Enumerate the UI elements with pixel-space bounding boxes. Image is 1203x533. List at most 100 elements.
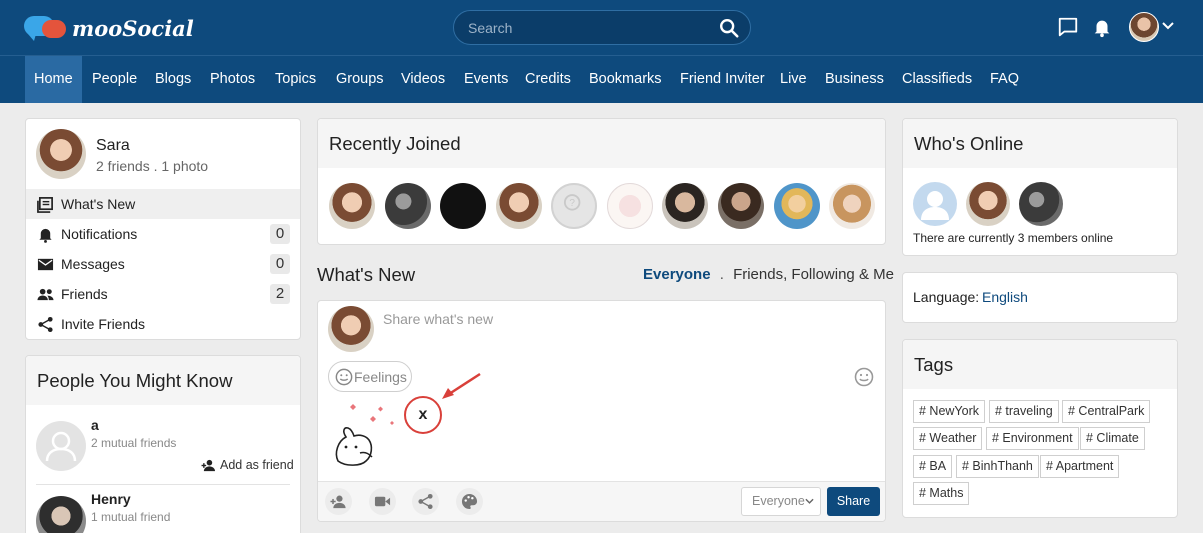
member-avatar[interactable] xyxy=(662,183,708,229)
user-avatar[interactable] xyxy=(1129,12,1159,42)
person-avatar[interactable] xyxy=(36,496,86,533)
nav-videos[interactable]: Videos xyxy=(392,56,454,103)
share-icon xyxy=(418,493,433,510)
nav-photos[interactable]: Photos xyxy=(201,56,264,103)
nav-people[interactable]: People xyxy=(83,56,146,103)
nav-credits[interactable]: Credits xyxy=(516,56,580,103)
language-label: Language: xyxy=(913,289,980,305)
member-avatar[interactable] xyxy=(829,183,875,229)
menu-label: Messages xyxy=(61,256,125,272)
emoji-icon[interactable] xyxy=(854,367,874,387)
video-button[interactable] xyxy=(369,488,396,515)
member-avatar[interactable] xyxy=(385,183,431,229)
tags-card: Tags # NewYork # traveling # CentralPark… xyxy=(902,339,1178,518)
filter-everyone[interactable]: Everyone xyxy=(643,266,711,283)
member-avatar[interactable] xyxy=(718,183,764,229)
tags-title: Tags xyxy=(903,340,1177,389)
feelings-button[interactable]: Feelings xyxy=(328,361,412,392)
menu-notifications[interactable]: Notifications 0 xyxy=(26,219,300,249)
menu-messages[interactable]: Messages 0 xyxy=(26,249,300,279)
nav-classifieds[interactable]: Classifieds xyxy=(893,56,981,103)
pymk-title: People You Might Know xyxy=(26,356,300,405)
member-avatar[interactable] xyxy=(774,183,820,229)
privacy-select[interactable]: Everyone xyxy=(741,487,821,516)
menu-invite-friends[interactable]: Invite Friends xyxy=(26,309,300,339)
nav-events[interactable]: Events xyxy=(455,56,517,103)
nav-faq[interactable]: FAQ xyxy=(981,56,1028,103)
whos-online-title: Who's Online xyxy=(903,119,1177,168)
chevron-down-icon[interactable] xyxy=(1162,21,1174,31)
profile-name[interactable]: Sara xyxy=(96,137,130,155)
search-icon[interactable] xyxy=(718,17,740,39)
pymk-card: People You Might Know a 2 mutual friends… xyxy=(25,355,301,533)
default-user-icon xyxy=(45,431,77,462)
background-color-button[interactable] xyxy=(456,488,483,515)
member-avatar[interactable] xyxy=(607,183,653,229)
language-link[interactable]: English xyxy=(982,289,1028,305)
nav-home[interactable]: Home xyxy=(25,56,82,103)
search-box xyxy=(453,10,751,45)
mutual-friends: 2 mutual friends xyxy=(91,436,177,450)
search-input[interactable] xyxy=(468,19,708,37)
people-icon xyxy=(37,288,54,301)
tag[interactable]: # CentralPark xyxy=(1062,400,1151,423)
language-card: Language: English xyxy=(902,272,1178,323)
member-avatar[interactable] xyxy=(496,183,542,229)
tag[interactable]: # Climate xyxy=(1080,427,1145,450)
recently-joined-card: Recently Joined ? xyxy=(317,118,886,245)
profile-stats: 2 friends . 1 photo xyxy=(96,158,209,174)
feed-filter: Everyone . Friends, Following & Me xyxy=(643,266,894,283)
remove-sticker-button[interactable]: x xyxy=(404,396,442,434)
nav-friend-inviter[interactable]: Friend Inviter xyxy=(671,56,774,103)
mail-icon xyxy=(37,258,54,271)
tag[interactable]: # Maths xyxy=(913,482,970,505)
filter-friends-following[interactable]: Friends, Following & Me xyxy=(733,266,894,283)
count-badge: 0 xyxy=(270,254,290,274)
tag[interactable]: # Weather xyxy=(913,427,983,450)
tag-friends-button[interactable] xyxy=(325,488,352,515)
online-member-avatar[interactable] xyxy=(1019,182,1063,226)
question-user-icon: ? xyxy=(563,194,581,211)
logo-text: mooSocial xyxy=(72,15,194,41)
person-avatar[interactable] xyxy=(36,421,86,471)
profile-avatar[interactable] xyxy=(36,129,86,179)
nav-live[interactable]: Live xyxy=(771,56,816,103)
mutual-friends: 1 mutual friend xyxy=(91,510,171,524)
tag[interactable]: # traveling xyxy=(989,400,1059,423)
divider xyxy=(36,484,290,485)
tag[interactable]: # Apartment xyxy=(1040,455,1120,478)
member-avatar[interactable] xyxy=(440,183,486,229)
tag[interactable]: # BinhThanh xyxy=(956,455,1039,478)
tag[interactable]: # Environment xyxy=(986,427,1079,450)
nav-business[interactable]: Business xyxy=(816,56,893,103)
bunny-sticker xyxy=(335,404,394,466)
online-member-avatar[interactable] xyxy=(966,182,1010,226)
site-logo[interactable]: mooSocial xyxy=(24,14,194,42)
bell-icon[interactable] xyxy=(1091,16,1113,38)
member-avatar[interactable] xyxy=(329,183,375,229)
recently-joined-title: Recently Joined xyxy=(318,119,885,168)
top-bar: mooSocial xyxy=(0,0,1203,55)
person-name[interactable]: Henry xyxy=(91,491,131,507)
annotation-arrow xyxy=(442,372,481,399)
share-button[interactable]: Share xyxy=(827,487,880,516)
composer-input[interactable]: Share what's new xyxy=(383,311,493,327)
chat-icon[interactable] xyxy=(1057,16,1079,38)
default-user-icon xyxy=(921,191,949,220)
news-icon xyxy=(37,197,53,213)
menu-whats-new[interactable]: What's New xyxy=(26,189,300,219)
nav-groups[interactable]: Groups xyxy=(327,56,393,103)
chevron-down-icon xyxy=(805,498,814,504)
share-link-button[interactable] xyxy=(412,488,439,515)
tag[interactable]: # BA xyxy=(913,455,953,478)
tag[interactable]: # NewYork xyxy=(913,400,985,423)
member-avatar[interactable]: ? xyxy=(551,183,597,229)
menu-label: What's New xyxy=(61,196,136,212)
nav-topics[interactable]: Topics xyxy=(266,56,325,103)
nav-bookmarks[interactable]: Bookmarks xyxy=(580,56,671,103)
online-member-avatar[interactable] xyxy=(913,182,957,226)
nav-blogs[interactable]: Blogs xyxy=(146,56,200,103)
menu-friends[interactable]: Friends 2 xyxy=(26,279,300,309)
person-name[interactable]: a xyxy=(91,417,99,433)
add-user-icon xyxy=(330,495,346,509)
